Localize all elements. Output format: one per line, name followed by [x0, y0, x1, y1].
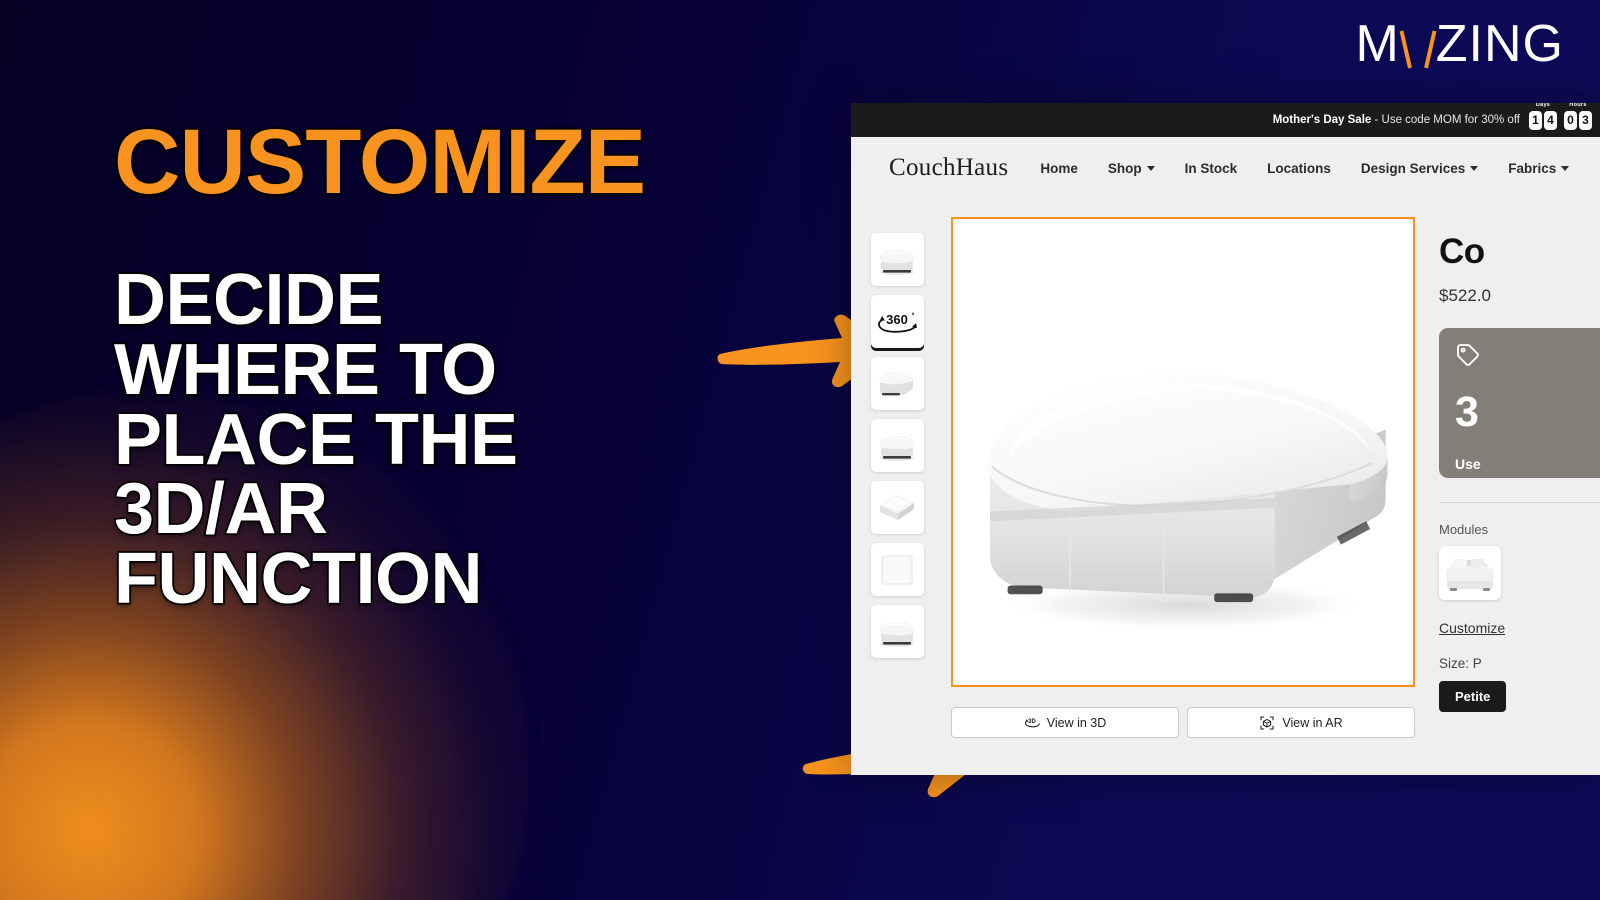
thumbnail-ottoman-top-view[interactable]: [870, 543, 924, 596]
ottoman-top-glyph: [881, 554, 913, 585]
product-info-column: Co $522.0 3 Use Modules Customize Size: …: [1415, 217, 1600, 738]
thumbnail-ottoman-side-view[interactable]: [870, 419, 924, 472]
thumbnail-360-spin-view[interactable]: 360 °: [870, 295, 924, 348]
nav-item-design-services[interactable]: Design Services: [1360, 160, 1479, 176]
nav-item-label: Design Services: [1360, 160, 1466, 176]
view-button-label: View in AR: [1282, 715, 1343, 730]
ottoman-glyph: [880, 621, 914, 647]
chevron-down-icon: [1470, 165, 1479, 171]
site-brand-logo[interactable]: CouchHaus: [889, 154, 1008, 182]
logo-text-m: M: [1355, 15, 1400, 73]
thumbnail-ottoman-rear-view[interactable]: [870, 605, 924, 658]
nav-item-label: In Stock: [1184, 160, 1238, 176]
ottoman-glyph: [880, 435, 914, 461]
product-image-stage[interactable]: [951, 217, 1415, 687]
svg-text:360: 360: [886, 312, 908, 327]
promo-discount-number: 3: [1455, 387, 1479, 436]
customize-link[interactable]: Customize: [1439, 620, 1600, 636]
logo-letter-a-accent: [1401, 30, 1435, 68]
countdown-group-hours: Hours 0 3: [1564, 103, 1592, 130]
logo-text-zing: ZING: [1435, 15, 1564, 73]
countdown-digit: 1: [1529, 110, 1542, 130]
ottoman-top-angle-glyph: [880, 494, 914, 520]
nav-item-shop[interactable]: Shop: [1108, 161, 1155, 176]
promo-banner: Mother's Day Sale - Use code MOM for 30%…: [851, 103, 1600, 137]
price-tag-icon: [1457, 343, 1479, 366]
thumbnail-rail: 360 °: [851, 217, 943, 738]
countdown-digit: 0: [1564, 110, 1577, 130]
promo-discount-card: 3 Use: [1439, 327, 1600, 478]
ottoman-angled-glyph: [879, 371, 914, 395]
view-in-ar-button[interactable]: View in AR: [1187, 707, 1415, 738]
view-button-label: View in 3D: [1046, 715, 1107, 730]
nav-item-label: Fabrics: [1508, 160, 1557, 176]
countdown-timer: Days 1 4 Hours 0 3: [1529, 103, 1592, 130]
promo-banner-text: Mother's Day Sale - Use code MOM for 30%…: [1273, 114, 1520, 126]
modules-label: Modules: [1439, 521, 1489, 537]
sectional-couch-icon: [1446, 558, 1494, 591]
promo-banner-regular: - Use code MOM for 30% off: [1371, 114, 1520, 126]
ottoman-glyph: [880, 249, 914, 275]
cube-3d-icon: 3D: [1024, 718, 1040, 727]
svg-text:°: °: [912, 312, 915, 320]
chevron-down-icon: [1561, 165, 1570, 171]
nav-item-list: Home Shop In Stock Locations Design Services…: [1040, 161, 1599, 176]
promo-use-text: Use: [1455, 455, 1481, 472]
nav-item-label: Shop: [1107, 160, 1142, 176]
chevron-down-icon: [1146, 165, 1155, 171]
mazing-logo: M ZING: [1355, 18, 1564, 70]
nav-item-fabrics[interactable]: Fabrics: [1508, 160, 1570, 176]
product-detail-area: 360 ° 3D View in 3D View in AR Co $522.0…: [851, 199, 1600, 738]
nav-item-locations[interactable]: Locations: [1267, 161, 1331, 176]
thumbnail-ottoman-angled-view[interactable]: [870, 357, 924, 410]
countdown-label: Days: [1535, 103, 1551, 108]
page-title: CUSTOMIZE: [112, 111, 648, 213]
size-option-petite-button[interactable]: Petite: [1439, 680, 1507, 712]
countdown-digit: 4: [1544, 110, 1557, 130]
product-price: $522.0: [1439, 285, 1491, 305]
view-in-3d-button[interactable]: 3D View in 3D: [951, 707, 1179, 738]
thumbnail-ottoman-top-angle-view[interactable]: [870, 481, 924, 534]
countdown-group-days: Days 1 4: [1529, 103, 1557, 130]
ar-cube-icon: [1260, 715, 1274, 730]
360-spin-icon: 360 °: [878, 312, 917, 333]
size-label: Size:: [1439, 655, 1470, 671]
section-divider: [1439, 501, 1600, 503]
product-title: Co: [1439, 232, 1485, 271]
nav-item-in-stock[interactable]: In Stock: [1185, 161, 1238, 176]
view-button-group: 3D View in 3D View in AR: [951, 707, 1415, 738]
svg-text:3D: 3D: [1028, 719, 1036, 725]
countdown-digit: 3: [1579, 110, 1592, 130]
promo-banner-bold: Mother's Day Sale: [1272, 114, 1372, 126]
stage-column: 3D View in 3D View in AR: [943, 217, 1415, 738]
size-value: P: [1472, 655, 1482, 671]
site-navigation: CouchHaus Home Shop In Stock Locations Desig…: [851, 137, 1600, 199]
module-thumbnail[interactable]: [1439, 545, 1501, 600]
size-row: Size: P: [1439, 656, 1600, 671]
thumbnail-ottoman-front-view[interactable]: [870, 233, 924, 286]
nav-item-home[interactable]: Home: [1040, 161, 1078, 176]
product-render-ottoman: [988, 373, 1388, 631]
nav-item-label: Locations: [1267, 160, 1331, 176]
website-mockup: Mother's Day Sale - Use code MOM for 30%…: [851, 103, 1600, 775]
countdown-label: Hours: [1569, 103, 1587, 108]
nav-item-label: Home: [1040, 160, 1078, 176]
